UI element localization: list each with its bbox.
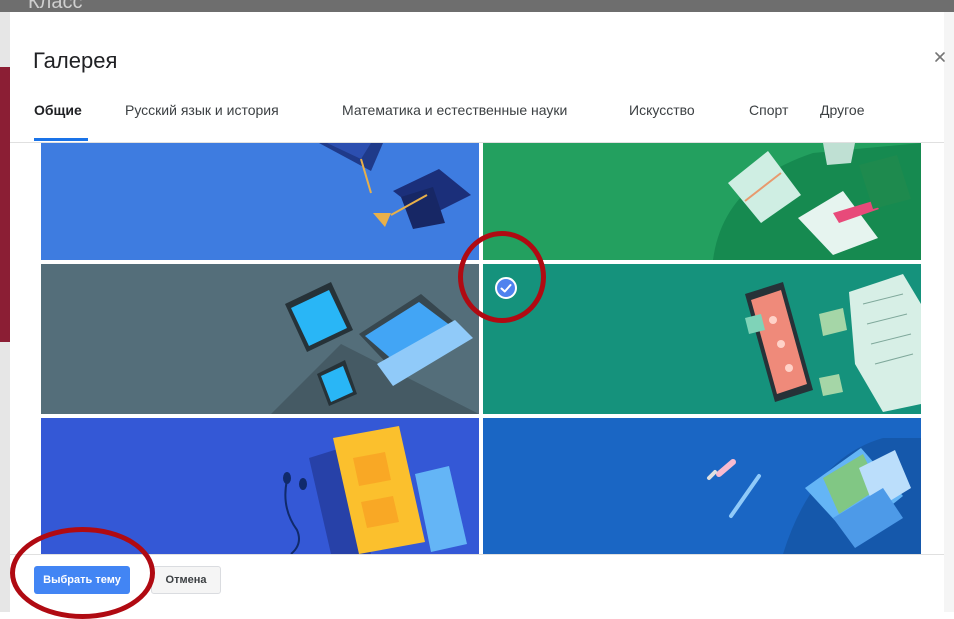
background-window-strip: Класс — [0, 0, 954, 12]
background-right-strip — [944, 12, 954, 612]
theme-tile-graduation-caps[interactable] — [41, 143, 479, 260]
theme-tile-tablet-and-laptop[interactable] — [41, 264, 479, 414]
tab-math-science[interactable]: Математика и естественные науки — [342, 102, 567, 118]
tab-sport[interactable]: Спорт — [749, 102, 788, 118]
backpack-pencils-illustration — [483, 418, 921, 554]
background-banner — [0, 67, 10, 342]
tab-other[interactable]: Другое — [820, 102, 864, 118]
dialog-title: Галерея — [33, 48, 118, 73]
category-tabs: Общие Русский язык и история Математика … — [10, 98, 944, 142]
theme-grid — [41, 143, 921, 554]
select-theme-button[interactable]: Выбрать тему — [34, 566, 130, 594]
active-tab-indicator — [34, 138, 88, 141]
close-button[interactable] — [931, 48, 949, 66]
graduation-caps-illustration — [41, 143, 479, 260]
background-left-strip — [0, 12, 10, 612]
selected-check-icon — [495, 277, 517, 299]
theme-tile-backpack-and-pencils[interactable] — [483, 418, 921, 554]
tab-art[interactable]: Искусство — [629, 102, 695, 118]
theme-tile-books-and-notes[interactable] — [483, 143, 921, 260]
cancel-button[interactable]: Отмена — [151, 566, 221, 594]
theme-tile-phone-and-papers[interactable] — [483, 264, 921, 414]
close-icon — [935, 52, 945, 62]
gallery-dialog: Галерея Общие Русский язык и история Мат… — [10, 12, 945, 612]
background-app-title: Класс — [28, 0, 83, 12]
phone-papers-illustration — [483, 264, 921, 414]
tab-general[interactable]: Общие — [34, 102, 82, 118]
tablet-laptop-illustration — [41, 264, 479, 414]
footer-divider — [10, 554, 944, 555]
tab-russian-history[interactable]: Русский язык и история — [125, 102, 279, 118]
theme-tile-notebook-and-headphones[interactable] — [41, 418, 479, 554]
notebook-headphones-illustration — [41, 418, 479, 554]
books-illustration — [483, 143, 921, 260]
